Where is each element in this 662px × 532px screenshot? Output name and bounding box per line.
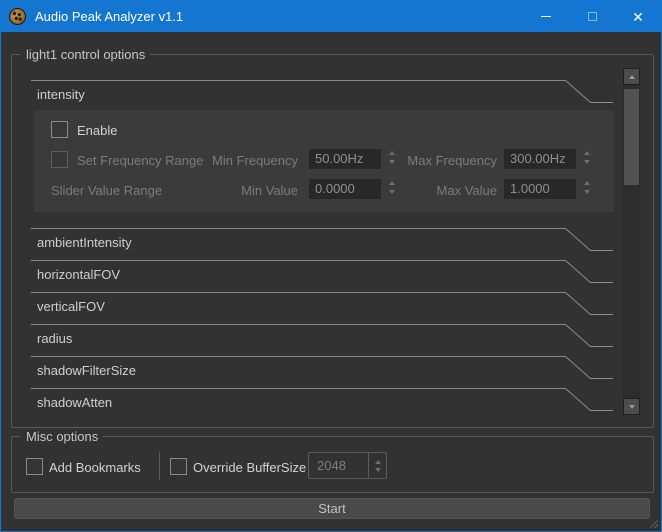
- light-control-groupbox: light1 control options intensity Enable …: [11, 54, 654, 428]
- section-header-shadowfiltersize[interactable]: shadowFilterSize: [31, 356, 613, 386]
- spin-up-icon[interactable]: [375, 460, 381, 464]
- override-buffersize-label: Override BufferSize: [193, 460, 306, 475]
- override-buffersize-checkbox[interactable]: [170, 458, 187, 475]
- spin-down-icon[interactable]: [389, 160, 395, 164]
- spin-down-icon[interactable]: [584, 160, 590, 164]
- min-frequency-stepper[interactable]: [389, 151, 395, 164]
- max-frequency-label: Max Frequency: [407, 153, 497, 168]
- misc-separator: [159, 452, 160, 480]
- section-header-horizontalfov[interactable]: horizontalFOV: [31, 260, 613, 290]
- section-header-intensity[interactable]: intensity: [31, 80, 613, 110]
- section-header-shadowatten[interactable]: shadowAtten: [31, 388, 613, 418]
- max-value-stepper[interactable]: [584, 181, 590, 194]
- max-value-label: Max Value: [437, 183, 497, 198]
- window-controls: ✕: [523, 1, 661, 32]
- start-button[interactable]: Start: [14, 498, 650, 519]
- buffersize-spinbox[interactable]: 2048: [308, 452, 387, 479]
- section-label: shadowFilterSize: [37, 363, 136, 378]
- enable-label: Enable: [77, 123, 117, 138]
- intensity-panel: Enable Set Frequency Range Min Frequency…: [34, 110, 614, 212]
- add-bookmarks-label: Add Bookmarks: [49, 460, 141, 475]
- spin-up-icon[interactable]: [584, 181, 590, 185]
- min-value-stepper[interactable]: [389, 181, 395, 194]
- scroll-down-button[interactable]: [623, 398, 640, 415]
- close-icon: ✕: [632, 10, 644, 24]
- spin-up-icon[interactable]: [584, 151, 590, 155]
- buffersize-stepper[interactable]: [368, 453, 386, 478]
- section-label: verticalFOV: [37, 299, 105, 314]
- slider-value-range-label: Slider Value Range: [51, 183, 162, 198]
- section-label: horizontalFOV: [37, 267, 120, 282]
- app-window: Audio Peak Analyzer v1.1 ✕ light1 contro…: [0, 0, 662, 532]
- section-header-verticalfov[interactable]: verticalFOV: [31, 292, 613, 322]
- set-frequency-range-checkbox[interactable]: [51, 151, 68, 168]
- section-label: shadowAtten: [37, 395, 112, 410]
- spin-down-icon[interactable]: [584, 190, 590, 194]
- set-frequency-range-label: Set Frequency Range: [77, 153, 203, 168]
- enable-checkbox[interactable]: [51, 121, 68, 138]
- maximize-button[interactable]: [569, 1, 615, 32]
- min-frequency-label: Min Frequency: [212, 153, 298, 168]
- app-leopard-icon[interactable]: [9, 8, 26, 25]
- light-group-title: light1 control options: [21, 47, 150, 62]
- spin-down-icon[interactable]: [389, 190, 395, 194]
- scroll-up-button[interactable]: [623, 68, 640, 85]
- spin-down-icon[interactable]: [375, 468, 381, 472]
- spin-up-icon[interactable]: [389, 181, 395, 185]
- scroll-down-icon: [629, 405, 635, 409]
- section-tab-line: [31, 324, 613, 348]
- scroll-up-icon: [629, 75, 635, 79]
- section-tab-line: [31, 80, 613, 104]
- section-label: intensity: [37, 87, 85, 102]
- vertical-scrollbar[interactable]: [623, 68, 640, 415]
- titlebar: Audio Peak Analyzer v1.1 ✕: [1, 1, 661, 32]
- min-frequency-field[interactable]: 50.00Hz: [309, 149, 381, 169]
- section-tab-line: [31, 292, 613, 316]
- resize-grip[interactable]: [647, 517, 658, 528]
- buffersize-value[interactable]: 2048: [309, 453, 368, 478]
- max-frequency-stepper[interactable]: [584, 151, 590, 164]
- min-value-field[interactable]: 0.0000: [309, 179, 381, 199]
- close-button[interactable]: ✕: [615, 1, 661, 32]
- min-value-label: Min Value: [241, 183, 298, 198]
- minimize-icon: [541, 16, 551, 17]
- add-bookmarks-checkbox[interactable]: [26, 458, 43, 475]
- section-tab-line: [31, 388, 613, 412]
- max-value-field[interactable]: 1.0000: [504, 179, 576, 199]
- section-label: radius: [37, 331, 72, 346]
- window-title: Audio Peak Analyzer v1.1: [35, 9, 183, 24]
- maximize-icon: [588, 12, 597, 21]
- misc-group-title: Misc options: [21, 429, 103, 444]
- section-header-ambientintensity[interactable]: ambientIntensity: [31, 228, 613, 258]
- section-label: ambientIntensity: [37, 235, 132, 250]
- spin-up-icon[interactable]: [389, 151, 395, 155]
- section-header-radius[interactable]: radius: [31, 324, 613, 354]
- scrollbar-thumb[interactable]: [624, 89, 639, 185]
- misc-options-groupbox: Misc options Add Bookmarks Override Buff…: [11, 436, 654, 493]
- minimize-button[interactable]: [523, 1, 569, 32]
- max-frequency-field[interactable]: 300.00Hz: [504, 149, 576, 169]
